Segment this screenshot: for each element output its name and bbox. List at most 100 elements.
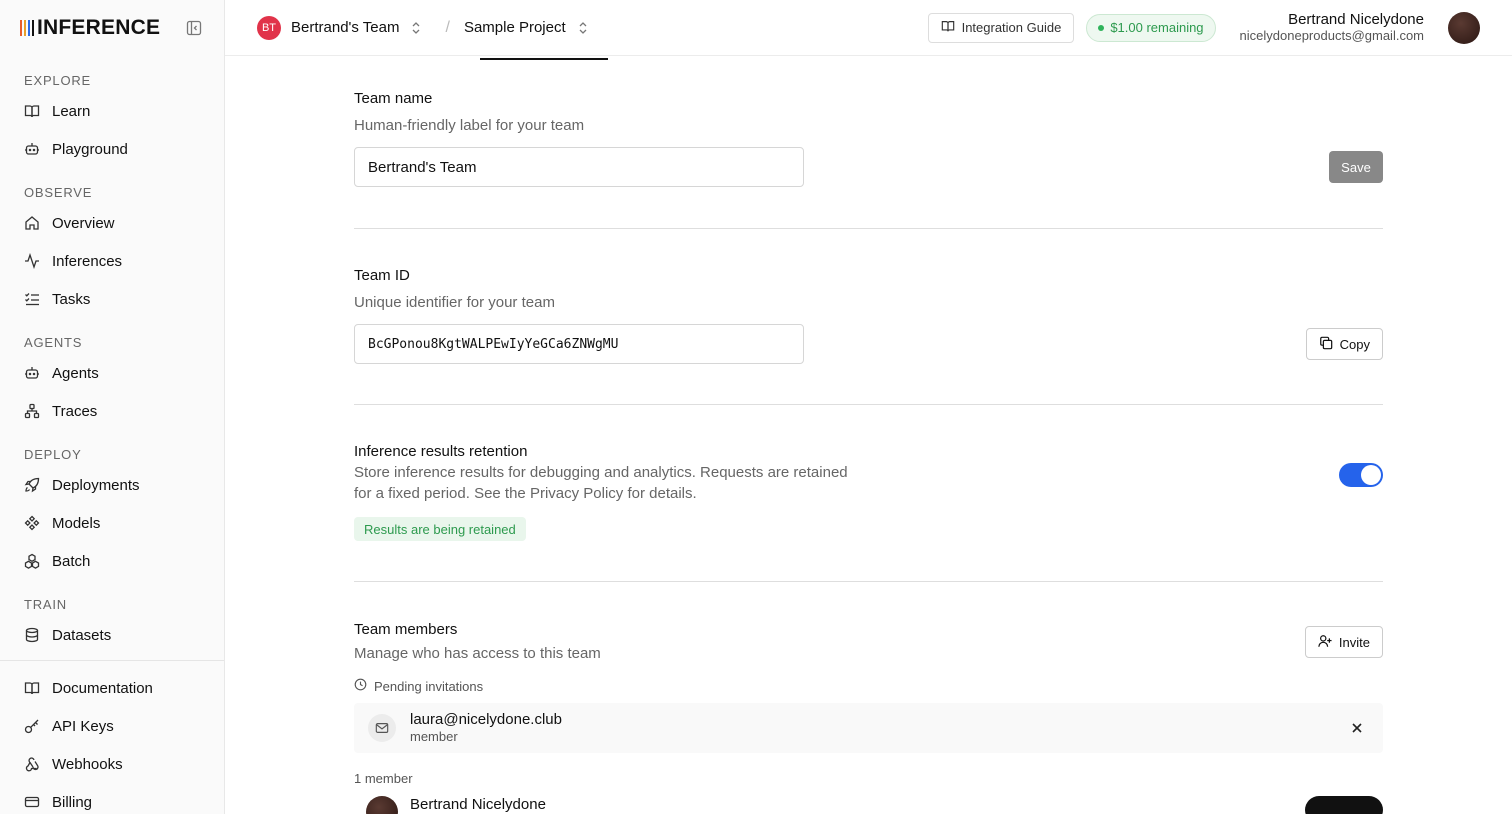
key-icon bbox=[24, 718, 40, 734]
sidebar-item-billing[interactable]: Billing bbox=[0, 783, 224, 814]
sidebar-item-label: Tasks bbox=[52, 290, 91, 308]
setting-description: Unique identifier for your team bbox=[354, 294, 555, 311]
sidebar-item-overview[interactable]: Overview bbox=[0, 204, 224, 242]
copy-button[interactable]: Copy bbox=[1305, 328, 1383, 360]
book-icon bbox=[24, 103, 40, 119]
brand-logo[interactable]: INFERENCE bbox=[20, 16, 160, 40]
sidebar-item-label: Overview bbox=[52, 214, 115, 232]
mail-icon bbox=[368, 714, 396, 742]
setting-description: Manage who has access to this team bbox=[354, 645, 601, 662]
book-open-icon bbox=[941, 19, 955, 36]
panel-left-icon bbox=[186, 20, 202, 36]
table-row: Bertrand Nicelydone bbox=[354, 796, 1383, 814]
credit-label: $1.00 remaining bbox=[1110, 20, 1204, 35]
chevrons-up-down-icon bbox=[576, 21, 590, 35]
copy-label: Copy bbox=[1339, 336, 1370, 352]
credit-badge[interactable]: $1.00 remaining bbox=[1086, 13, 1216, 42]
sidebar-item-datasets[interactable]: Datasets bbox=[0, 616, 224, 654]
rocket-icon bbox=[24, 477, 40, 493]
clock-icon bbox=[354, 678, 367, 694]
project-name: Sample Project bbox=[463, 19, 566, 36]
sidebar-item-inferences[interactable]: Inferences bbox=[0, 242, 224, 280]
sidebar-item-learn[interactable]: Learn bbox=[0, 92, 224, 130]
sidebar-item-batch[interactable]: Batch bbox=[0, 542, 224, 580]
chevrons-up-down-icon bbox=[409, 21, 423, 35]
user-plus-icon bbox=[1318, 634, 1332, 651]
setting-description: Store inference results for debugging an… bbox=[354, 462, 1383, 504]
sidebar-item-playground[interactable]: Playground bbox=[0, 130, 224, 168]
copy-icon bbox=[1319, 336, 1333, 353]
description-line: for a fixed period. See the Privacy Poli… bbox=[354, 485, 697, 502]
logo-mark-icon bbox=[20, 20, 34, 36]
section-divider bbox=[354, 404, 1383, 405]
invite-button[interactable]: Invite bbox=[1304, 626, 1383, 658]
sidebar-item-api-keys[interactable]: API Keys bbox=[0, 707, 224, 745]
setting-title: Team name bbox=[354, 90, 433, 107]
sidebar-item-agents[interactable]: Agents bbox=[0, 354, 224, 392]
list-item: laura@nicelydone.club member bbox=[354, 703, 1383, 753]
sidebar-item-webhooks[interactable]: Webhooks bbox=[0, 745, 224, 783]
sidebar-item-label: Traces bbox=[52, 402, 98, 420]
user-name: Bertrand Nicelydone bbox=[1288, 11, 1424, 29]
status-badge: Results are being retained bbox=[354, 517, 526, 541]
invite-info: laura@nicelydone.club member bbox=[410, 711, 562, 745]
invite-role: member bbox=[410, 729, 458, 745]
boxes-icon bbox=[24, 553, 40, 569]
project-selector[interactable]: Sample Project bbox=[463, 0, 608, 60]
user-info[interactable]: Bertrand Nicelydone nicelydoneproducts@g… bbox=[1240, 11, 1424, 43]
user-email: nicelydoneproducts@gmail.com bbox=[1239, 27, 1424, 43]
sidebar-item-deployments[interactable]: Deployments bbox=[0, 466, 224, 504]
active-tab-indicator bbox=[479, 57, 608, 60]
webhook-icon bbox=[24, 756, 40, 772]
role-badge[interactable] bbox=[1305, 796, 1383, 814]
sidebar-item-documentation[interactable]: Documentation bbox=[0, 669, 224, 707]
sidebar-item-label: Playground bbox=[52, 140, 128, 158]
pending-label-text: Pending invitations bbox=[374, 678, 484, 694]
breadcrumb-separator: / bbox=[445, 18, 450, 36]
section-label: AGENTS bbox=[24, 334, 83, 350]
team-selector[interactable]: BT Bertrand's Team bbox=[257, 15, 423, 40]
toggle-knob bbox=[1361, 465, 1381, 485]
header-right: Integration Guide $1.00 remaining Bertra… bbox=[927, 11, 1480, 44]
database-icon bbox=[24, 627, 40, 643]
section-divider bbox=[354, 228, 1383, 229]
setting-title: Team members bbox=[354, 621, 458, 638]
bot-icon bbox=[24, 141, 40, 157]
sidebar-item-label: Datasets bbox=[52, 626, 112, 644]
team-id-field[interactable]: BcGPonou8KgtWALPEwIyYeGCa6ZNWgMU bbox=[354, 324, 804, 364]
cancel-invite-button[interactable] bbox=[1345, 716, 1369, 740]
team-id-setting: Team ID Unique identifier for your team … bbox=[354, 267, 1383, 364]
user-avatar[interactable] bbox=[1448, 11, 1480, 44]
team-name-input[interactable]: Bertrand's Team bbox=[354, 147, 804, 187]
sidebar-item-traces[interactable]: Traces bbox=[0, 392, 224, 430]
sidebar-item-label: Deployments bbox=[52, 476, 140, 494]
member-name: Bertrand Nicelydone bbox=[410, 796, 546, 813]
sidebar-item-models[interactable]: Models bbox=[0, 504, 224, 542]
nav-section-agents: AGENTS Agents Traces bbox=[0, 330, 224, 430]
sidebar-collapse-button[interactable] bbox=[184, 18, 204, 38]
retention-toggle[interactable] bbox=[1339, 463, 1383, 487]
top-header: BT Bertrand's Team / Sample Project Inte… bbox=[225, 0, 1512, 60]
sidebar: INFERENCE EXPLORE Learn Playground OBSER… bbox=[0, 0, 225, 814]
retention-setting: Inference results retention Store infere… bbox=[354, 443, 1383, 541]
save-button[interactable]: Save bbox=[1329, 151, 1383, 183]
sidebar-item-label: API Keys bbox=[52, 717, 114, 735]
book-icon bbox=[24, 680, 40, 696]
nav-section-observe: OBSERVE Overview Inferences Tasks bbox=[0, 180, 224, 318]
sidebar-divider bbox=[0, 660, 224, 661]
team-name-setting: Team name Human-friendly label for your … bbox=[354, 90, 1383, 187]
home-icon bbox=[24, 215, 40, 231]
sidebar-item-label: Learn bbox=[52, 102, 91, 120]
section-label: EXPLORE bbox=[24, 72, 92, 88]
nav-section-explore: EXPLORE Learn Playground bbox=[0, 68, 224, 168]
brand-name: INFERENCE bbox=[37, 16, 161, 39]
sidebar-item-tasks[interactable]: Tasks bbox=[0, 280, 224, 318]
description-line: Store inference results for debugging an… bbox=[354, 464, 848, 481]
status-dot-icon bbox=[1098, 24, 1105, 31]
activity-icon bbox=[24, 253, 40, 269]
integration-guide-button[interactable]: Integration Guide bbox=[927, 12, 1075, 43]
sidebar-item-label: Models bbox=[52, 514, 101, 532]
list-check-icon bbox=[24, 291, 40, 307]
pending-invitations-label: Pending invitations bbox=[354, 678, 483, 694]
sidebar-item-label: Batch bbox=[52, 552, 91, 570]
